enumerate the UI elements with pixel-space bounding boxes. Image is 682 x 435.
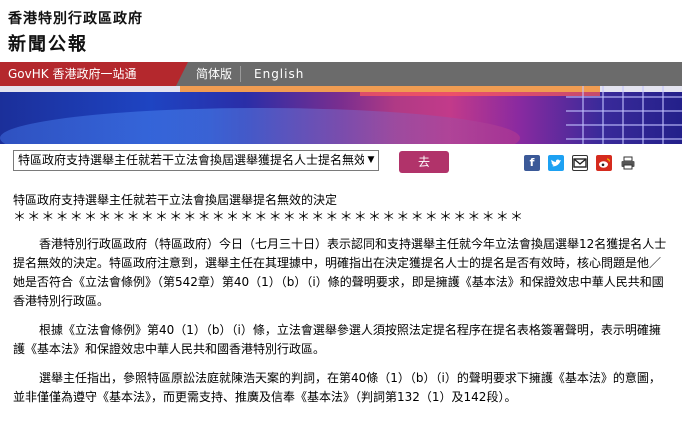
article-paragraph: 香港特別行政區政府（特區政府）今日（七月三十日）表示認同和支持選舉主任就今年立法… — [13, 237, 667, 308]
press-release-title-select[interactable]: 特區政府支持選舉主任就若干立法會換屆選舉獲提名人士提名無效的決定 ▼ — [13, 150, 379, 171]
banner-stripe — [360, 92, 600, 96]
government-name: 香港特別行政區政府 — [8, 11, 143, 27]
nav-divider — [240, 66, 241, 82]
banner-grid-pattern — [566, 86, 682, 144]
chevron-down-icon: ▼ — [364, 151, 378, 170]
article-paragraph: 根據《立法會條例》第40（1）（b）（i）條，立法會選舉參選人須按照法定提名程序… — [13, 323, 661, 356]
article-headline: 特區政府支持選舉主任就若干立法會換屆選舉提名無效的決定 — [13, 193, 338, 207]
masthead: 香港特別行政區政府 新聞公報 — [0, 0, 682, 62]
top-navigation: GovHK 香港政府一站通 简体版 English — [0, 62, 682, 86]
govhk-link[interactable]: GovHK 香港政府一站通 — [0, 62, 188, 86]
select-value: 特區政府支持選舉主任就若干立法會換屆選舉獲提名人士提名無效的決定 — [18, 153, 379, 167]
press-releases-title: 新聞公報 — [8, 34, 88, 55]
email-icon[interactable] — [572, 155, 588, 171]
simplified-chinese-link[interactable]: 简体版 — [196, 62, 232, 86]
print-icon[interactable] — [620, 155, 636, 171]
article: 特區政府支持選舉主任就若干立法會換屆選舉提名無效的決定 ＊＊＊＊＊＊＊＊＊＊＊＊… — [13, 192, 669, 407]
headline-separator: ＊＊＊＊＊＊＊＊＊＊＊＊＊＊＊＊＊＊＊＊＊＊＊＊＊＊＊＊＊＊＊＊＊＊＊＊ — [13, 210, 525, 225]
twitter-icon[interactable] — [548, 155, 564, 171]
go-button[interactable]: 去 — [399, 151, 449, 173]
article-paragraph: 選舉主任指出，參照特區原訟法庭就陳浩天案的判詞，在第40條（1）（b）（i）的聲… — [13, 371, 661, 404]
english-link[interactable]: English — [254, 62, 304, 86]
weibo-icon[interactable] — [596, 155, 612, 171]
banner-hill — [0, 108, 520, 144]
header-banner — [0, 86, 682, 144]
facebook-icon[interactable]: f — [524, 155, 540, 171]
